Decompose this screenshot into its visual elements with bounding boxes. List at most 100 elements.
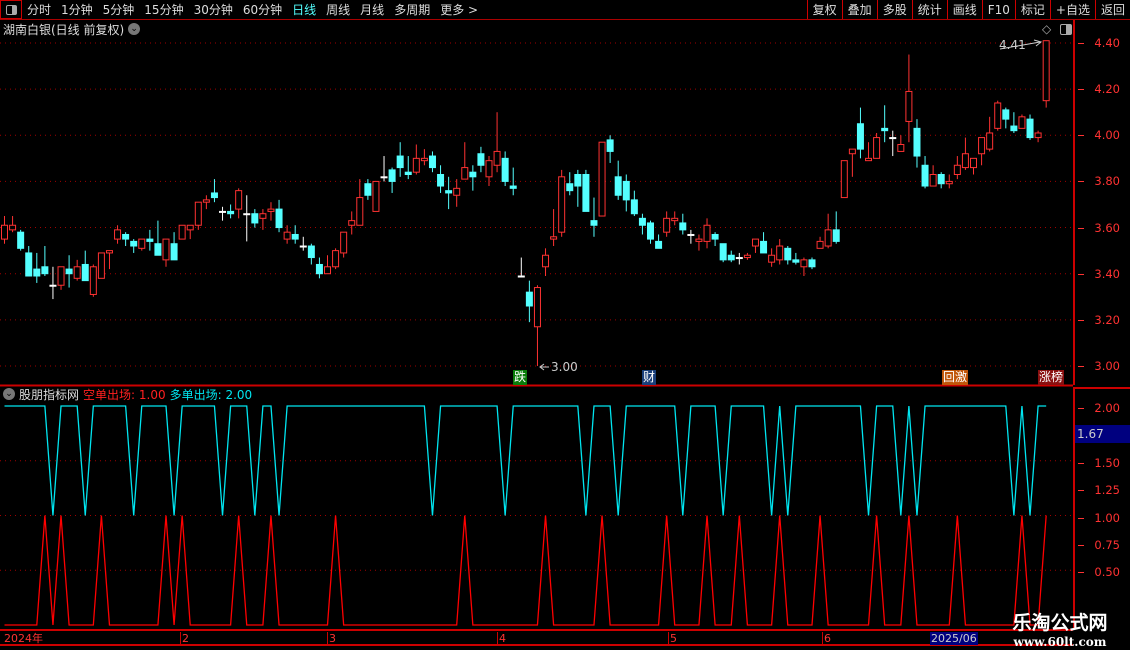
candle [606, 135, 614, 163]
toolbar-button[interactable]: 复权 [806, 0, 842, 19]
candle-body [873, 137, 881, 159]
short-exit-value: 空单出场: 1.00 [83, 387, 166, 402]
period-tab[interactable]: 日线 [287, 1, 321, 18]
candle-body [275, 208, 283, 229]
candle [630, 190, 638, 217]
stock-title-text: 湖南白银(日线 前复权) [3, 22, 125, 37]
candle [493, 112, 501, 173]
chart-canvas[interactable] [0, 0, 1073, 650]
candle-body [679, 222, 687, 231]
candle [937, 172, 945, 189]
period-tab[interactable]: 分时 [22, 1, 56, 18]
candle [372, 180, 380, 212]
candle-body [525, 291, 533, 307]
candle-body [509, 185, 517, 189]
candle [751, 238, 759, 253]
date-axis: 2024年 2 3 4 5 6 2025/06 [0, 629, 1073, 646]
candle-body [388, 169, 396, 182]
candle [913, 119, 921, 168]
candle [840, 160, 848, 199]
toolbar-button[interactable]: 多股 [876, 0, 912, 19]
candle [638, 213, 646, 235]
candle [122, 232, 130, 247]
candle [404, 156, 412, 180]
candle-body [307, 245, 315, 259]
candle-body [73, 266, 81, 279]
toolbar-button[interactable]: 画线 [946, 0, 982, 19]
period-tab[interactable]: 30分钟 [189, 1, 238, 18]
candle-body [703, 224, 711, 242]
candle [824, 213, 832, 249]
toolbar-button[interactable]: 返回 [1094, 0, 1130, 19]
panel-toggle-button[interactable] [0, 0, 22, 19]
toolbar-button[interactable]: +自选 [1049, 0, 1095, 19]
candle [477, 146, 485, 173]
candle [267, 202, 275, 221]
candle-body [1034, 132, 1042, 139]
candle-body [905, 90, 913, 122]
diamond-icon[interactable]: ◇ [1042, 22, 1051, 36]
period-tab[interactable]: 月线 [355, 1, 389, 18]
candle [49, 266, 57, 300]
candle [800, 257, 808, 277]
candle [897, 135, 905, 152]
event-tag-review[interactable]: 回激 [942, 370, 969, 385]
candle [97, 252, 105, 279]
period-tab[interactable]: 5分钟 [98, 1, 140, 18]
candle [760, 232, 768, 254]
candle [961, 137, 969, 170]
candle [17, 229, 25, 251]
candle [227, 204, 235, 219]
candle [33, 252, 41, 283]
candle [566, 172, 574, 196]
price-tick: 4.20 [1078, 82, 1120, 97]
period-tab[interactable]: 1分钟 [56, 1, 98, 18]
candle-body [865, 157, 873, 162]
indicator-tick: 2.00 [1078, 401, 1120, 415]
chevron-down-icon[interactable]: ⌄ [128, 23, 141, 35]
stock-title[interactable]: 湖南白银(日线 前复权) ⌄ [3, 21, 141, 37]
period-tab[interactable]: 多周期 [389, 1, 435, 18]
candle-body [146, 238, 154, 242]
period-tab[interactable]: 15分钟 [139, 1, 188, 18]
candle [582, 169, 590, 212]
candle-body [1018, 116, 1026, 129]
candle [469, 165, 477, 191]
candle-body [130, 240, 138, 247]
candle-body [542, 254, 550, 268]
panel-layout-icon[interactable] [1060, 24, 1072, 35]
toolbar-button[interactable]: 标记 [1014, 0, 1050, 19]
candle [1042, 40, 1050, 108]
chevron-down-icon[interactable]: ⌄ [3, 388, 15, 400]
period-tab[interactable]: 60分钟 [238, 1, 287, 18]
candle-body [824, 229, 832, 247]
candle [663, 211, 671, 237]
candle-body [550, 236, 558, 240]
candle-body [227, 210, 235, 215]
candle-body [808, 259, 816, 268]
candle-body [105, 250, 113, 254]
event-tag-rise-list[interactable]: 涨榜 [1038, 370, 1065, 385]
event-tag-drop[interactable]: 跌 [513, 370, 528, 385]
candle-body [372, 180, 380, 212]
period-tab[interactable]: 更多 > [435, 1, 483, 18]
candle-body [437, 173, 445, 187]
toolbar-button[interactable]: 叠加 [841, 0, 877, 19]
event-tag-finance[interactable]: 财 [642, 370, 657, 385]
candle-body [1, 224, 8, 240]
candle-body [445, 190, 453, 194]
candle [81, 250, 89, 282]
period-tab[interactable]: 周线 [321, 1, 355, 18]
indicator-name[interactable]: 股朋指标网 [19, 386, 79, 403]
candle [340, 231, 348, 258]
candle [816, 236, 824, 249]
toolbar-button[interactable]: F10 [981, 0, 1015, 19]
candle-body [267, 208, 275, 212]
candle [202, 195, 210, 210]
candle-body [501, 157, 509, 182]
candle-body [1026, 118, 1034, 139]
toolbar-button[interactable]: 统计 [911, 0, 947, 19]
candle-body [630, 199, 638, 215]
candle-body [412, 157, 420, 173]
candle-body [671, 217, 679, 222]
